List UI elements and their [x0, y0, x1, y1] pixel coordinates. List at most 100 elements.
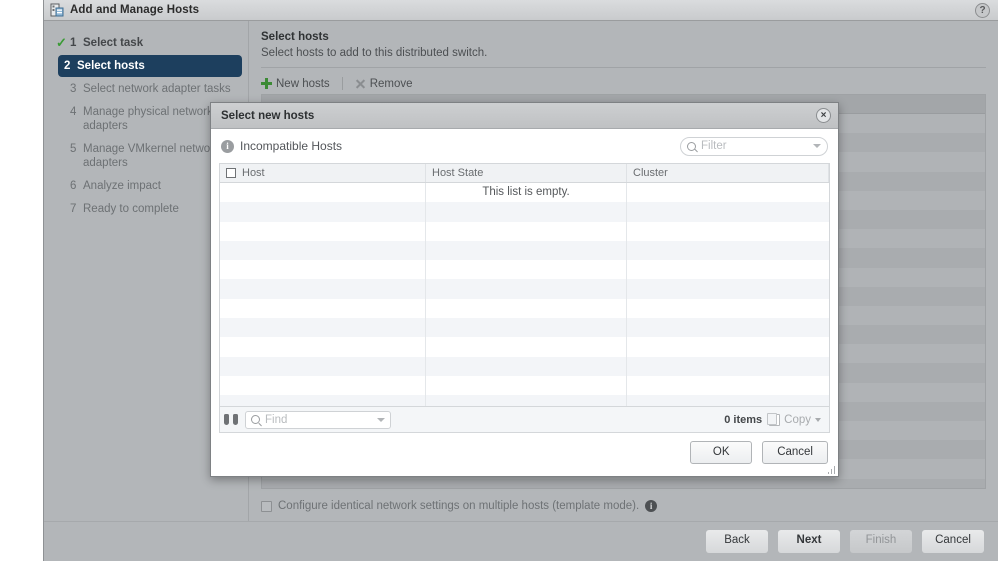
- table-cell: [426, 221, 627, 241]
- dialog-cancel-button[interactable]: Cancel: [762, 440, 828, 464]
- info-icon[interactable]: i: [645, 500, 658, 512]
- table-cell: [426, 240, 627, 261]
- table-cell: [220, 260, 426, 280]
- hosts-window-icon: [50, 3, 64, 17]
- sidebar-item-label: Select network adapter tasks: [83, 83, 231, 95]
- remove-button[interactable]: Remove: [355, 78, 413, 90]
- category-label: Incompatible Hosts: [240, 139, 343, 153]
- table-cell: [220, 318, 426, 338]
- dialog-footer: OK Cancel: [211, 433, 838, 476]
- table-cell: [426, 318, 627, 338]
- item-count: 0 items: [724, 413, 763, 426]
- table-cell: [220, 375, 426, 396]
- table-cell: [627, 222, 829, 241]
- table-cell: [627, 202, 829, 221]
- table-cell: [220, 395, 426, 406]
- new-hosts-label: New hosts: [276, 77, 330, 90]
- hosts-toolbar: New hosts Remove: [261, 68, 986, 94]
- copy-button: Copy: [767, 412, 825, 426]
- table-cell: [220, 356, 426, 376]
- remove-label: Remove: [369, 77, 413, 90]
- close-icon[interactable]: ×: [816, 108, 831, 123]
- search-icon: [687, 141, 696, 151]
- filter-input[interactable]: Filter: [680, 136, 828, 156]
- table-row: [220, 298, 829, 319]
- copy-label: Copy: [784, 413, 811, 426]
- table-row: [220, 279, 829, 299]
- template-mode-checkbox[interactable]: [261, 500, 272, 512]
- find-input[interactable]: Find: [245, 410, 391, 429]
- table-row: [220, 318, 829, 338]
- table-row: [220, 356, 829, 376]
- table-cell: [627, 357, 829, 376]
- table-cell: [627, 299, 829, 318]
- empty-list-message: This list is empty.: [426, 183, 627, 203]
- table-cell: [627, 260, 829, 279]
- select-all-checkbox[interactable]: [226, 168, 236, 178]
- help-icon[interactable]: ?: [975, 3, 990, 18]
- table-footer: Find 0 items Copy: [219, 407, 830, 433]
- sidebar-item-select-network-adapter-tasks[interactable]: 3 Select network adapter tasks: [50, 78, 242, 100]
- select-new-hosts-dialog: Select new hosts × i Incompatible Hosts …: [210, 102, 839, 477]
- find-placeholder: Find: [265, 413, 288, 426]
- table-row: [220, 375, 829, 396]
- next-button[interactable]: Next: [778, 530, 840, 553]
- sidebar-item-select-hosts[interactable]: 2 Select hosts: [58, 55, 242, 77]
- column-header-host-state[interactable]: Host State: [426, 164, 627, 182]
- back-button[interactable]: Back: [706, 530, 768, 553]
- table-cell: [220, 337, 426, 357]
- table-cell: [220, 202, 426, 222]
- info-icon[interactable]: i: [221, 139, 234, 153]
- table-cell: [426, 260, 627, 280]
- table-cell: [220, 298, 426, 319]
- table-cell: [426, 279, 627, 299]
- remove-icon: [355, 78, 366, 89]
- table-cell: [627, 241, 829, 260]
- chevron-down-icon: [815, 417, 821, 422]
- add-and-manage-hosts-window: Add and Manage Hosts ? ✓ 1 Select task 2…: [43, 0, 998, 561]
- table-cell: [426, 375, 627, 396]
- step-number: 6: [70, 180, 77, 192]
- resize-grip[interactable]: [826, 465, 835, 474]
- table-row: [220, 202, 829, 222]
- chevron-down-icon[interactable]: [377, 417, 385, 422]
- column-header-label: Host State: [432, 167, 484, 179]
- table-cell: [627, 279, 829, 298]
- dialog-title: Select new hosts: [221, 109, 315, 122]
- ok-button[interactable]: OK: [690, 440, 753, 464]
- page-title: Select hosts: [261, 31, 329, 43]
- template-mode-option[interactable]: Configure identical network settings on …: [261, 489, 986, 521]
- column-header-label: Cluster: [633, 167, 668, 179]
- window-title: Add and Manage Hosts: [70, 4, 200, 16]
- dialog-body: i Incompatible Hosts Filter Host Host St…: [211, 129, 838, 433]
- table-header-row: Host Host State Cluster: [220, 164, 829, 183]
- table-cell: [426, 395, 627, 406]
- column-header-label: Host: [242, 167, 265, 179]
- finish-button: Finish: [850, 530, 912, 553]
- column-header-host[interactable]: Host: [220, 164, 426, 182]
- table-cell: [627, 395, 829, 406]
- table-cell: [220, 240, 426, 261]
- table-row: [220, 240, 829, 261]
- dialog-title-bar: Select new hosts ×: [211, 103, 838, 129]
- template-mode-label: Configure identical network settings on …: [278, 500, 640, 512]
- toolbar-separator: [341, 77, 343, 90]
- sidebar-item-label: Select task: [83, 37, 144, 49]
- table-cell: [426, 298, 627, 319]
- table-cell: [426, 356, 627, 376]
- new-hosts-button[interactable]: New hosts: [261, 78, 330, 90]
- step-number: 3: [70, 83, 77, 95]
- step-number: 4: [70, 106, 77, 118]
- column-header-cluster[interactable]: Cluster: [627, 164, 829, 182]
- step-number: 5: [70, 143, 77, 155]
- check-icon: ✓: [56, 35, 67, 50]
- cancel-button[interactable]: Cancel: [922, 530, 984, 553]
- page-subtitle: Select hosts to add to this distributed …: [261, 47, 488, 59]
- page-header: Select hosts Select hosts to add to this…: [261, 31, 986, 59]
- table-row: [220, 337, 829, 357]
- binoculars-icon[interactable]: [224, 414, 238, 425]
- sidebar-item-select-task[interactable]: ✓ 1 Select task: [50, 32, 242, 54]
- search-icon: [251, 415, 260, 424]
- chevron-down-icon[interactable]: [813, 144, 821, 148]
- table-body[interactable]: This list is empty.: [220, 183, 829, 406]
